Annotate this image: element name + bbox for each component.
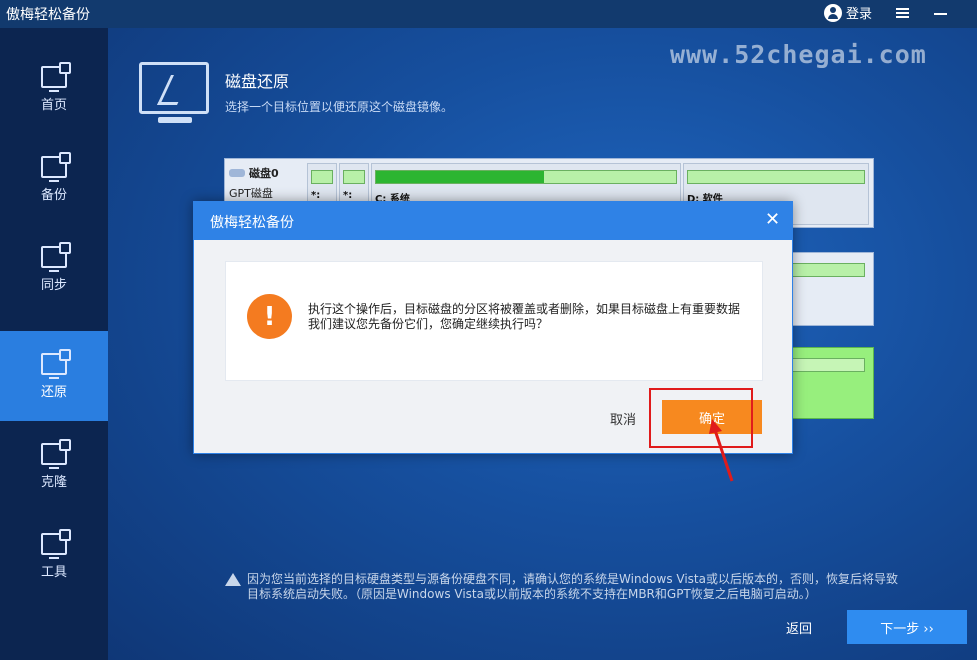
disk-restore-icon: [139, 62, 209, 123]
dialog-message-line: 执行这个操作后，目标磁盘的分区将被覆盖或者删除，如果目标磁盘上有重要数据: [308, 302, 741, 316]
partition-label: *:: [343, 190, 353, 201]
login-label: 登录: [846, 7, 873, 22]
page-subtitle: 选择一个目标位置以便还原这个磁盘镜像。: [225, 100, 454, 114]
dialog-message: 执行这个操作后，目标磁盘的分区将被覆盖或者删除，如果目标磁盘上有重要数据 我们建…: [308, 302, 758, 332]
cancel-button[interactable]: 取消: [610, 409, 636, 428]
clone-icon: [41, 438, 71, 469]
sidebar-item-restore[interactable]: 还原: [0, 331, 108, 421]
sync-icon: [41, 241, 71, 272]
sidebar-item-tools[interactable]: 工具: [0, 511, 108, 601]
disk-panel-3[interactable]: [784, 347, 874, 419]
arrow-annotation: [709, 419, 734, 482]
sidebar-item-label: 还原: [40, 384, 67, 400]
close-icon[interactable]: ✕: [765, 211, 780, 229]
sidebar-item-label: 克隆: [40, 474, 67, 490]
sidebar-item-home[interactable]: 首页: [0, 44, 108, 134]
disk-panel-2[interactable]: [784, 252, 874, 326]
sidebar-item-label: 备份: [40, 187, 67, 203]
disk-name: 磁盘0: [249, 167, 279, 180]
tools-icon: [41, 528, 71, 559]
dialog-message-line: 我们建议您先备份它们，您确定继续执行吗？: [308, 317, 549, 331]
back-button[interactable]: 返回: [786, 618, 812, 637]
login-button[interactable]: 登录: [824, 3, 872, 22]
home-icon: [41, 61, 71, 92]
warning-text: 因为您当前选择的目标硬盘类型与源备份硬盘不同，请确认您的系统是Windows V…: [247, 572, 898, 601]
partition-usage-bar: [376, 171, 544, 183]
disk-info: 磁盘0 GPT磁盘: [229, 165, 305, 201]
dialog-title: 傲梅轻松备份: [210, 215, 294, 231]
backup-icon: [41, 151, 71, 182]
next-button[interactable]: 下一步 ››: [847, 610, 967, 644]
warning-icon: [225, 573, 241, 586]
sidebar-item-label: 首页: [40, 97, 67, 113]
app-title: 傲梅轻松备份: [6, 7, 90, 23]
minimize-icon[interactable]: [934, 13, 947, 15]
sidebar-item-sync[interactable]: 同步: [0, 224, 108, 314]
menu-icon[interactable]: [896, 8, 909, 18]
page-title: 磁盘还原: [225, 72, 290, 91]
watermark: www.52chegai.com: [670, 40, 927, 69]
alert-icon: !: [247, 294, 292, 339]
dialog-body: ! 执行这个操作后，目标磁盘的分区将被覆盖或者删除，如果目标磁盘上有重要数据 我…: [225, 261, 763, 381]
sidebar-item-label: 工具: [40, 564, 67, 580]
user-icon: [824, 3, 842, 22]
dialog-header: 傲梅轻松备份 ✕: [194, 202, 792, 240]
sidebar-item-backup[interactable]: 备份: [0, 134, 108, 224]
restore-icon: [41, 348, 71, 379]
sidebar-item-label: 同步: [40, 277, 67, 293]
partition-label: *:: [311, 190, 321, 201]
disk-icon: [229, 169, 245, 177]
sidebar: 首页 备份 同步 还原 克隆 工具: [0, 28, 108, 660]
disk-type: GPT磁盘: [229, 187, 273, 200]
sidebar-item-clone[interactable]: 克隆: [0, 421, 108, 511]
title-bar: 傲梅轻松备份 登录: [0, 0, 977, 28]
